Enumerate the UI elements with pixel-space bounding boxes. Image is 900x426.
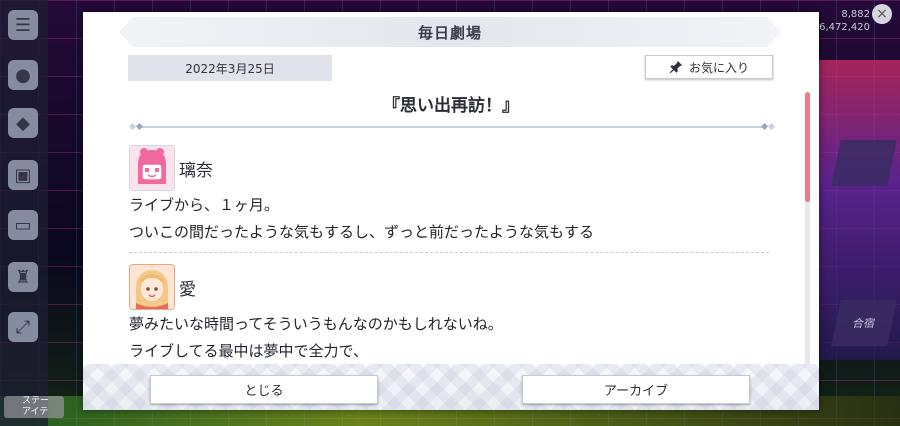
ai-avatar — [129, 264, 175, 310]
tv-icon[interactable]: ▭ — [8, 210, 38, 240]
scrollbar-thumb[interactable] — [805, 92, 810, 202]
stage-item-label: ステー アイテ — [22, 396, 50, 417]
ai-face-icon — [130, 265, 174, 309]
stat-value: 6,472,420 — [819, 22, 870, 33]
dialogue-entry: 愛 夢みたいな時間ってそういうもんなのかもしれないね。 ライブしてる最中は夢中で… — [129, 263, 805, 365]
gift-icon[interactable]: ▣ — [8, 160, 38, 190]
tile-training-camp[interactable]: 合宿 — [831, 300, 897, 346]
dialogue-line: ライブしてる最中は夢中で全力で、 — [129, 342, 368, 360]
dialogue-line: ついこの間だったような気もするし、ずっと前だったような気もする — [129, 223, 595, 241]
resource-counters: 8,882 6,472,420 — [819, 8, 870, 34]
archive-button[interactable]: アーカイブ — [522, 375, 750, 404]
dialog-header: 毎日劇場 — [119, 17, 781, 47]
dialogue-entry: 璃奈 ライブから、１ヶ月。 ついこの間だったような気もするし、ずっと前だったよう… — [129, 144, 805, 253]
episode-title: 『思い出再訪！』 — [383, 96, 519, 116]
speaker-row: 愛 — [129, 263, 805, 311]
close-icon[interactable]: × — [872, 4, 892, 24]
stage-item-chip[interactable]: ステー アイテ — [4, 396, 64, 418]
dialog-title: 毎日劇場 — [417, 23, 482, 42]
speaker-name: 愛 — [179, 279, 196, 300]
dialogue-list[interactable]: 璃奈 ライブから、１ヶ月。 ついこの間だったような気もするし、ずっと前だったよう… — [129, 144, 805, 369]
chat-icon[interactable]: ● — [8, 60, 38, 90]
left-side-menu: ☰ ● ◆ ▣ ▭ ♜ ⤢ — [0, 0, 48, 426]
date-label: 2022年3月25日 — [128, 55, 332, 81]
trophy-icon[interactable]: ♜ — [8, 262, 38, 292]
speaker-name: 璃奈 — [179, 160, 213, 181]
close-button-label: とじる — [244, 384, 284, 399]
dialogue-scrollbar[interactable] — [805, 92, 810, 366]
entry-divider — [129, 252, 769, 253]
date-text: 2022年3月25日 — [185, 61, 275, 76]
favorite-label: お気に入り — [688, 60, 749, 75]
favorite-button[interactable]: お気に入り — [645, 55, 773, 79]
archive-button-label: アーカイブ — [603, 384, 669, 399]
dialogue-line: ライブから、１ヶ月。 — [129, 196, 280, 214]
stat-value: 8,882 — [841, 9, 870, 20]
speaker-row: 璃奈 — [129, 144, 805, 192]
dialogue-line: 夢みたいな時間ってそういうもんなのかもしれないね。 — [129, 315, 503, 333]
daily-theater-dialog: 毎日劇場 2022年3月25日 お気に入り 『思い出再訪！』 璃奈 ライブから、… — [83, 12, 819, 410]
pin-icon — [669, 60, 683, 74]
expand-icon[interactable]: ⤢ — [8, 312, 38, 342]
tile-training-camp-label: 合宿 — [851, 317, 877, 330]
tile-card[interactable] — [831, 140, 897, 186]
rina-face-icon — [130, 146, 174, 190]
dialog-footer: とじる アーカイブ — [83, 364, 819, 410]
menu-icon[interactable]: ☰ — [8, 10, 38, 40]
title-divider — [129, 123, 775, 131]
rina-avatar — [129, 145, 175, 191]
close-button[interactable]: とじる — [150, 375, 378, 404]
shop-icon[interactable]: ◆ — [8, 108, 38, 138]
